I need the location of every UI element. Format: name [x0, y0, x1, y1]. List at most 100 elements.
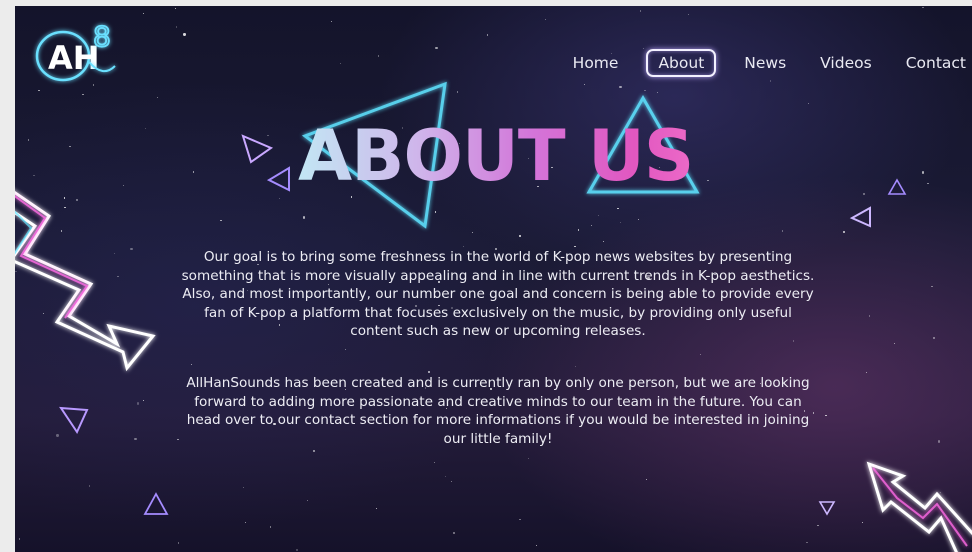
nav-home[interactable]: Home [567, 49, 625, 77]
star-dot [865, 371, 867, 373]
star-dot [330, 20, 333, 23]
star-dot [56, 434, 59, 437]
star-dot [242, 486, 245, 489]
star-dot [921, 171, 924, 174]
star-dot [142, 12, 145, 15]
zigzag-arrow-icon [866, 461, 972, 552]
star-dot [577, 229, 580, 231]
star-dot [575, 365, 577, 367]
star-dot [645, 479, 647, 481]
star-dot [144, 127, 147, 130]
star-dot [339, 62, 342, 65]
triangle-outline-icon [887, 178, 907, 195]
star-dot [444, 475, 447, 478]
star-dot [134, 437, 137, 440]
star-dot [535, 544, 537, 546]
star-dot [617, 207, 619, 209]
star-dot [69, 145, 71, 148]
star-dot [375, 507, 378, 510]
star-dot [82, 93, 84, 96]
star-dot [639, 10, 642, 12]
star-dot [806, 541, 808, 543]
star-dot [863, 193, 865, 195]
about-page: AH 8 Home About News Videos Contact ABOU… [15, 6, 972, 552]
star-dot [296, 549, 298, 551]
star-dot [183, 33, 186, 36]
star-dot [590, 224, 593, 226]
triangle-outline-icon [849, 206, 871, 228]
star-dot [142, 399, 145, 402]
star-dot [190, 363, 192, 366]
star-dot [519, 519, 521, 521]
star-dot [176, 26, 178, 28]
star-dot [471, 231, 473, 233]
star-dot [434, 462, 436, 464]
star-dot [244, 522, 247, 524]
star-dot [620, 221, 622, 223]
star-dot [937, 440, 940, 443]
star-dot [38, 90, 40, 92]
triangle-outline-icon [266, 166, 290, 192]
star-dot [817, 524, 819, 527]
star-dot [843, 231, 845, 233]
star-dot [192, 171, 195, 173]
star-dot [88, 485, 91, 487]
nav-news[interactable]: News [738, 49, 792, 77]
star-dot [602, 240, 604, 243]
zigzag-arrow-icon [15, 191, 156, 372]
star-dot [450, 480, 453, 482]
triangle-outline-icon [818, 501, 836, 516]
star-dot [435, 47, 438, 50]
nav-videos[interactable]: Videos [814, 49, 878, 77]
star-dot [527, 457, 530, 460]
star-dot [922, 7, 924, 9]
star-dot [931, 285, 933, 288]
star-dot [428, 370, 431, 374]
star-dot [27, 139, 30, 141]
star-dot [136, 402, 139, 405]
star-dot [769, 80, 772, 82]
triangle-outline-icon [143, 492, 169, 515]
star-dot [220, 220, 222, 222]
star-dot [378, 55, 380, 57]
star-dot [544, 19, 546, 21]
star-dot [452, 532, 456, 535]
triangle-outline-icon [59, 406, 89, 435]
star-dot [699, 353, 702, 356]
star-dot [177, 439, 179, 441]
about-paragraph-team: AllHanSounds has been created and is cur… [186, 375, 810, 447]
star-dot [597, 215, 600, 217]
star-dot [486, 34, 489, 36]
logo-superscript: 8 [93, 20, 111, 53]
main-nav: Home About News Videos Contact [567, 48, 972, 78]
star-dot [18, 538, 20, 540]
about-paragraph-mission: Our goal is to bring some freshness in t… [181, 249, 815, 340]
star-dot [344, 348, 346, 351]
star-dot [807, 103, 810, 105]
star-dot [519, 235, 521, 237]
star-dot [644, 89, 646, 92]
star-dot [637, 218, 640, 221]
nav-about[interactable]: About [646, 49, 717, 77]
star-dot [687, 13, 690, 16]
logo-text: AH [48, 39, 100, 77]
star-dot [933, 337, 935, 339]
star-dot [893, 342, 896, 345]
star-dot [313, 450, 315, 452]
star-dot [156, 97, 159, 99]
page-title: ABOUT US [298, 112, 718, 200]
star-dot [927, 182, 929, 185]
star-dot [269, 526, 272, 528]
star-dot [825, 414, 827, 416]
star-dot [177, 542, 180, 544]
star-dot [781, 230, 783, 232]
nav-contact[interactable]: Contact [900, 49, 972, 77]
star-dot [868, 315, 871, 317]
star-dot [174, 7, 177, 9]
triangle-outline-icon [241, 134, 274, 164]
star-dot [619, 85, 622, 89]
star-dot [583, 83, 586, 86]
star-dot [306, 499, 309, 502]
site-logo[interactable]: AH 8 [31, 16, 123, 86]
star-dot [463, 245, 465, 248]
